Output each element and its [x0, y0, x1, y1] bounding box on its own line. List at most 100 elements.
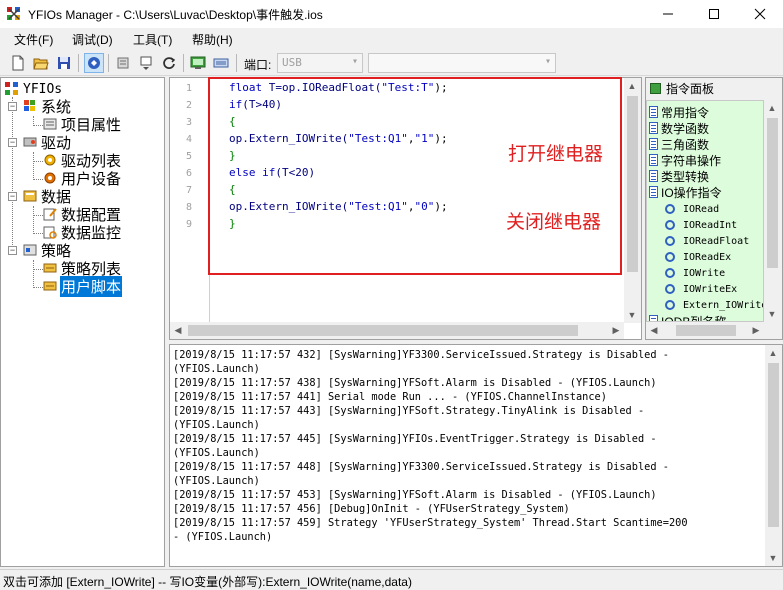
maximize-icon[interactable] — [691, 0, 737, 28]
command-panel-horizontal-scrollbar[interactable]: ◀ ▶ — [646, 322, 764, 339]
scroll-left-icon[interactable]: ◀ — [646, 322, 662, 338]
monitor-icon[interactable] — [188, 53, 208, 73]
cmd-category-io[interactable]: IO操作指令 — [649, 184, 722, 200]
driver-icon — [22, 134, 38, 150]
status-text: 双击可添加 [Extern_IOWrite] -- 写IO变量(外部写):Ext… — [3, 575, 412, 589]
cmd-category-string[interactable]: 字符串操作 — [649, 152, 721, 168]
cmd-category-label: 常用指令 — [661, 105, 710, 120]
cmd-item[interactable]: IORead — [665, 201, 719, 217]
close-icon[interactable] — [737, 0, 783, 28]
tree-guide-line — [12, 97, 13, 253]
port-label: 端口: — [244, 58, 272, 72]
cmd-item[interactable]: IOReadEx — [665, 249, 731, 265]
cmd-category-typecast[interactable]: 类型转换 — [649, 168, 709, 184]
command-panel-vertical-scrollbar[interactable]: ▲ ▼ — [764, 100, 781, 322]
tree-item-project-properties[interactable]: 项目属性 — [42, 115, 122, 134]
document-icon — [649, 106, 658, 118]
collapse-icon[interactable]: − — [8, 102, 17, 111]
cmd-category-iodb[interactable]: IODB列名称 — [649, 313, 726, 321]
device-select[interactable]: ▾ — [368, 53, 556, 73]
tree-item-data-monitor[interactable]: 数据监控 — [42, 223, 122, 242]
device-icon — [42, 170, 58, 186]
scroll-down-icon[interactable]: ▼ — [764, 306, 780, 322]
cmd-item-label: IOReadInt — [683, 219, 738, 231]
collapse-icon[interactable]: − — [8, 138, 17, 147]
tree-root-label: YFIOs — [23, 81, 63, 97]
keyboard-icon[interactable] — [211, 53, 231, 73]
collapse-icon[interactable]: − — [8, 192, 17, 201]
open-folder-icon[interactable] — [31, 53, 51, 73]
cmd-item-label: Extern_IOWrite — [683, 299, 764, 311]
scroll-left-icon[interactable]: ◀ — [170, 322, 186, 338]
tree-node-data[interactable]: 数据 — [22, 187, 72, 206]
scroll-right-icon[interactable]: ▶ — [748, 322, 764, 338]
line-number: 9 — [186, 219, 193, 230]
function-icon — [665, 300, 675, 310]
upload-icon[interactable] — [136, 53, 156, 73]
port-select[interactable]: USB ▾ — [277, 53, 363, 73]
cmd-item[interactable]: IOReadFloat — [665, 233, 749, 249]
tree-node-strategy[interactable]: 策略 — [22, 241, 72, 260]
scroll-right-icon[interactable]: ▶ — [608, 322, 624, 338]
log-line: [2019/8/15 11:17:57 453] [SysWarning]YFS… — [173, 489, 657, 501]
scroll-up-icon[interactable]: ▲ — [624, 78, 640, 94]
log-vertical-scrollbar[interactable]: ▲ ▼ — [765, 345, 782, 566]
function-icon — [665, 204, 675, 214]
editor-horizontal-scrollbar[interactable]: ◀ ▶ — [170, 322, 624, 339]
cmd-item[interactable]: IOWrite — [665, 265, 725, 281]
tree-item-user-device[interactable]: 用户设备 — [42, 169, 122, 188]
menu-debug[interactable]: 调试(D) — [72, 31, 113, 48]
cmd-item[interactable]: IOReadInt — [665, 217, 737, 233]
download-icon[interactable] — [113, 53, 133, 73]
editor-vertical-scrollbar[interactable]: ▲ ▼ — [624, 78, 641, 323]
cmd-category-label: 类型转换 — [661, 169, 710, 184]
tree-guide-line — [33, 260, 34, 288]
cmd-category-common[interactable]: 常用指令 — [649, 104, 709, 120]
menu-tools[interactable]: 工具(T) — [133, 31, 172, 48]
minimize-icon[interactable] — [645, 0, 691, 28]
collapse-icon[interactable]: − — [8, 246, 17, 255]
log-line: - (YFIOS.Launch) — [173, 531, 273, 543]
scroll-thumb[interactable] — [768, 363, 779, 527]
cmd-category-trig[interactable]: 三角函数 — [649, 136, 709, 152]
strategy-list-icon — [42, 260, 58, 276]
scroll-thumb[interactable] — [627, 96, 638, 272]
log-line: [2019/8/15 11:17:57 448] [SysWarning]YF3… — [173, 461, 669, 473]
line-number: 3 — [186, 117, 193, 128]
tree-node-system[interactable]: 系统 — [22, 97, 72, 116]
scroll-down-icon[interactable]: ▼ — [624, 307, 640, 323]
function-icon — [665, 284, 675, 294]
annotation-relay-on: 打开继电器 — [508, 143, 604, 165]
line-number: 5 — [186, 151, 193, 162]
scroll-thumb[interactable] — [188, 325, 578, 336]
cmd-item[interactable]: Extern_IOWrite — [665, 297, 764, 313]
scroll-down-icon[interactable]: ▼ — [765, 550, 781, 566]
chevron-down-icon: ▾ — [351, 56, 358, 67]
function-icon — [665, 252, 675, 262]
tree-item-label: 用户脚本 — [60, 275, 123, 297]
tree-node-driver[interactable]: 驱动 — [22, 133, 72, 152]
menu-help[interactable]: 帮助(H) — [192, 31, 233, 48]
menu-bar: 文件(F) 调试(D) 工具(T) 帮助(H) — [0, 28, 783, 50]
tree-item-user-script[interactable]: 用户脚本 — [42, 275, 123, 297]
refresh-icon[interactable] — [159, 53, 179, 73]
tree-item-data-config[interactable]: 数据配置 — [42, 205, 122, 224]
menu-file[interactable]: 文件(F) — [14, 31, 53, 48]
cmd-item[interactable]: IOWriteEx — [665, 281, 737, 297]
status-bar: 双击可添加 [Extern_IOWrite] -- 写IO变量(外部写):Ext… — [0, 569, 783, 590]
compile-icon[interactable] — [84, 53, 104, 73]
tree-item-strategy-list[interactable]: 策略列表 — [42, 259, 122, 278]
line-number: 4 — [186, 134, 193, 145]
function-icon — [665, 220, 675, 230]
save-icon[interactable] — [54, 53, 74, 73]
scroll-up-icon[interactable]: ▲ — [765, 345, 781, 361]
cmd-category-math[interactable]: 数学函数 — [649, 120, 709, 136]
line-number: 8 — [186, 202, 193, 213]
scroll-up-icon[interactable]: ▲ — [764, 100, 780, 116]
new-file-icon[interactable] — [8, 53, 28, 73]
command-panel-title: 指令面板 — [666, 81, 715, 96]
toolbar-divider — [236, 54, 237, 72]
scroll-thumb[interactable] — [676, 325, 736, 336]
scroll-thumb[interactable] — [767, 118, 778, 268]
tree-item-driver-list[interactable]: 驱动列表 — [42, 151, 122, 170]
